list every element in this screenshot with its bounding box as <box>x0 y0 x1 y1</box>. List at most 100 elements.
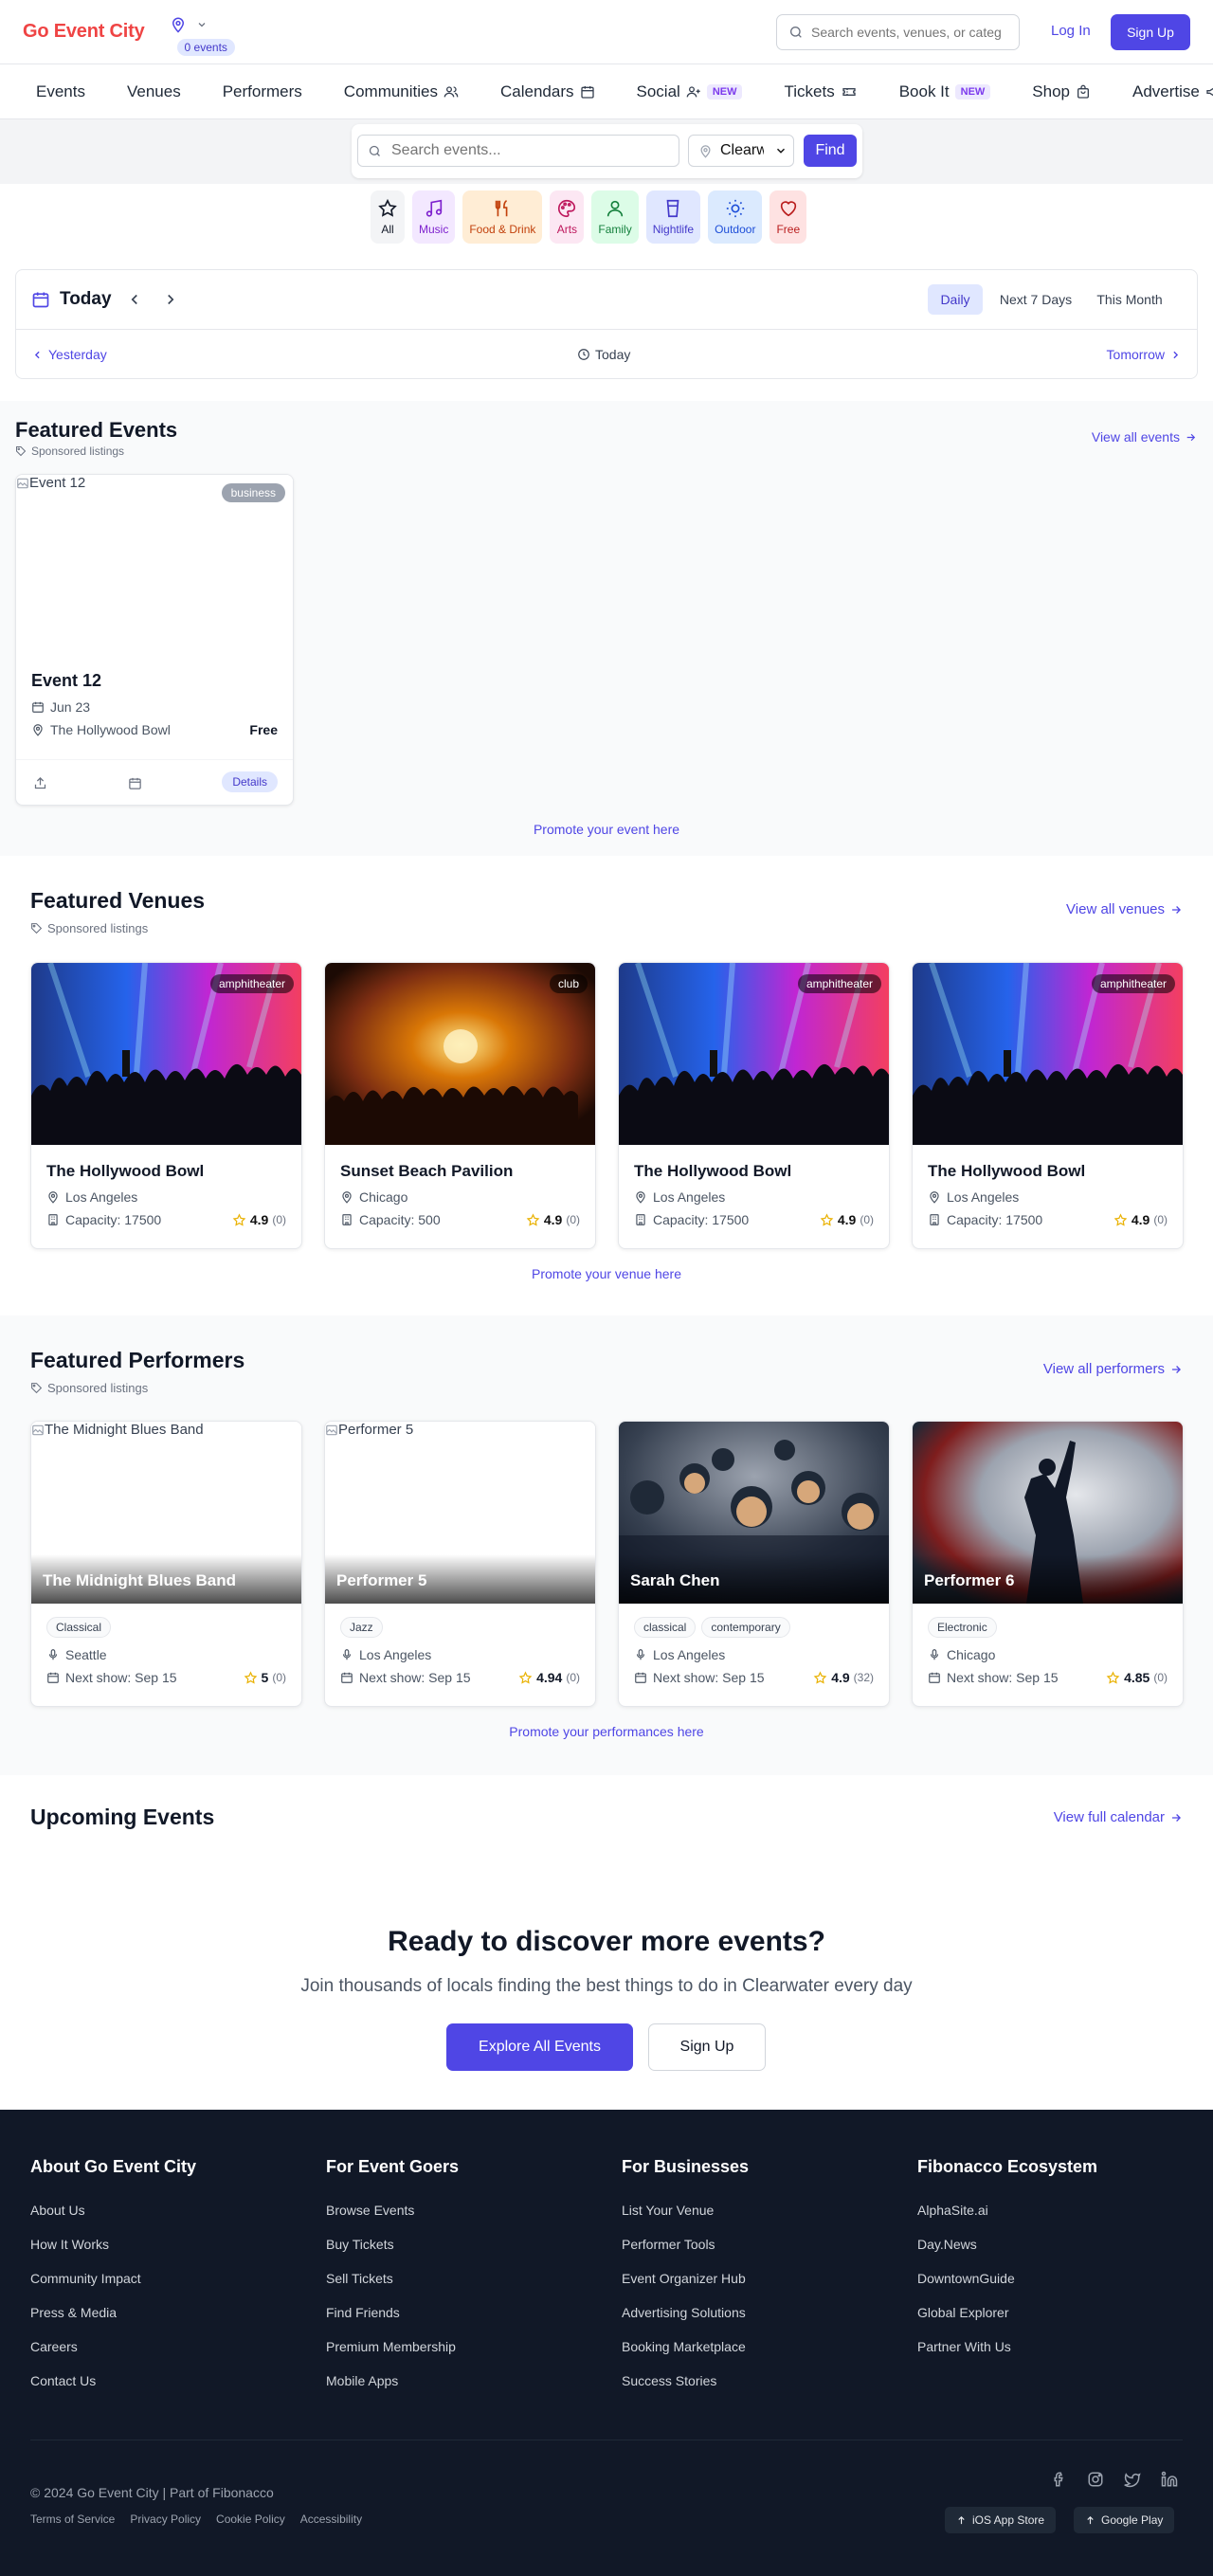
footer-link[interactable]: Day.News <box>917 2237 1097 2252</box>
share-icon[interactable] <box>33 776 47 790</box>
venue-name[interactable]: The Hollywood Bowl <box>928 1162 1085 1181</box>
nav-venues[interactable]: Venues <box>127 82 181 101</box>
nav-communities[interactable]: Communities <box>344 82 459 101</box>
events-count-badge: 0 events <box>176 38 235 56</box>
performer-name[interactable]: Performer 6 <box>924 1571 1014 1590</box>
map-pin-icon <box>170 16 187 33</box>
yesterday-link[interactable]: Yesterday <box>31 347 107 362</box>
details-button[interactable]: Details <box>222 771 278 792</box>
view-full-calendar-link[interactable]: View full calendar <box>1054 1809 1183 1825</box>
performer-card[interactable]: The Midnight Blues Band The Midnight Blu… <box>30 1421 302 1707</box>
location-selector[interactable]: 0 events <box>170 7 236 58</box>
view-all-venues-link[interactable]: View all venues <box>1066 901 1183 917</box>
category-arts[interactable]: Arts <box>550 190 585 244</box>
footer-link[interactable]: How It Works <box>30 2237 196 2252</box>
footer-link[interactable]: Global Explorer <box>917 2305 1097 2320</box>
nav-performers[interactable]: Performers <box>223 82 302 101</box>
footer-link[interactable]: Event Organizer Hub <box>622 2271 749 2286</box>
venue-name[interactable]: The Hollywood Bowl <box>46 1162 204 1181</box>
footer-link[interactable]: Mobile Apps <box>326 2373 459 2388</box>
promote-event-link[interactable]: Promote your event here <box>0 822 1213 837</box>
category-family[interactable]: Family <box>591 190 639 244</box>
category-outdoor[interactable]: Outdoor <box>708 190 763 244</box>
footer-link[interactable]: Performer Tools <box>622 2237 749 2252</box>
chevron-right-icon[interactable] <box>162 291 179 308</box>
promote-performances-link[interactable]: Promote your performances here <box>0 1724 1213 1739</box>
terms-link[interactable]: Terms of Service <box>30 2513 115 2526</box>
instagram-icon[interactable] <box>1087 2471 1104 2488</box>
signup-button[interactable]: Sign Up <box>1111 14 1190 50</box>
performer-name[interactable]: Performer 5 <box>336 1571 426 1590</box>
venue-card[interactable]: club Sunset Beach Pavilion Chicago Capac… <box>324 962 596 1249</box>
calendar-add-icon[interactable] <box>128 776 142 790</box>
category-nightlife[interactable]: Nightlife <box>645 190 701 244</box>
accessibility-link[interactable]: Accessibility <box>300 2513 362 2526</box>
tab-next-7-days[interactable]: Next 7 Days <box>992 284 1079 315</box>
google-play-button[interactable]: Google Play <box>1074 2507 1175 2533</box>
cta-signup-button[interactable]: Sign Up <box>648 2023 766 2071</box>
privacy-link[interactable]: Privacy Policy <box>130 2513 201 2526</box>
footer-link[interactable]: Booking Marketplace <box>622 2339 749 2354</box>
category-all[interactable]: All <box>371 190 405 244</box>
footer-link[interactable]: Contact Us <box>30 2373 196 2388</box>
nav-events[interactable]: Events <box>36 82 85 101</box>
performer-card[interactable]: Performer 5 Performer 5 Jazz Los Angeles… <box>324 1421 596 1707</box>
facebook-icon[interactable] <box>1050 2471 1067 2488</box>
footer-link[interactable]: Browse Events <box>326 2203 459 2218</box>
nav-calendars[interactable]: Calendars <box>500 82 595 101</box>
promote-venue-link[interactable]: Promote your venue here <box>0 1266 1213 1281</box>
footer-link[interactable]: Sell Tickets <box>326 2271 459 2286</box>
footer-link[interactable]: Find Friends <box>326 2305 459 2320</box>
category-free[interactable]: Free <box>769 190 807 244</box>
view-all-events-link[interactable]: View all events <box>1092 429 1197 444</box>
linkedin-icon[interactable] <box>1161 2471 1178 2488</box>
performer-card[interactable]: Sarah Chen classical contemporary Los An… <box>618 1421 890 1707</box>
venue-name[interactable]: The Hollywood Bowl <box>634 1162 791 1181</box>
nav-social[interactable]: Social NEW <box>637 82 743 101</box>
cookie-link[interactable]: Cookie Policy <box>216 2513 285 2526</box>
explore-all-events-button[interactable]: Explore All Events <box>446 2023 633 2071</box>
footer-link[interactable]: Community Impact <box>30 2271 196 2286</box>
chevron-left-icon[interactable] <box>126 291 143 308</box>
category-food-drink[interactable]: Food & Drink <box>462 190 543 244</box>
nav-advertise[interactable]: Advertise <box>1132 82 1213 101</box>
footer-link[interactable]: Partner With Us <box>917 2339 1097 2354</box>
venue-card[interactable]: amphitheater The Hollywood Bowl Los Ange… <box>912 962 1184 1249</box>
header-search-input[interactable] <box>811 25 1001 40</box>
login-link[interactable]: Log In <box>1051 23 1091 39</box>
event-search-field[interactable] <box>357 135 679 167</box>
find-button[interactable]: Find <box>804 135 857 167</box>
nav-tickets[interactable]: Tickets <box>784 82 857 101</box>
performer-name[interactable]: The Midnight Blues Band <box>43 1571 236 1590</box>
ios-app-store-button[interactable]: iOS App Store <box>945 2507 1057 2533</box>
event-search-input[interactable] <box>391 142 666 159</box>
nav-book-it[interactable]: Book It NEW <box>899 82 991 101</box>
view-all-performers-link[interactable]: View all performers <box>1043 1361 1183 1377</box>
footer-link[interactable]: AlphaSite.ai <box>917 2203 1097 2218</box>
twitter-icon[interactable] <box>1124 2471 1141 2488</box>
performer-card[interactable]: Performer 6 Electronic Chicago Next show… <box>912 1421 1184 1707</box>
tab-this-month[interactable]: This Month <box>1087 284 1172 315</box>
performer-name[interactable]: Sarah Chen <box>630 1571 719 1590</box>
location-select[interactable]: Clearwater <box>688 135 794 167</box>
header-search[interactable] <box>776 14 1020 50</box>
category-music[interactable]: Music <box>412 190 456 244</box>
venue-card[interactable]: amphitheater The Hollywood Bowl Los Ange… <box>618 962 890 1249</box>
site-logo[interactable]: Go Event City <box>23 21 145 43</box>
footer-link[interactable]: About Us <box>30 2203 196 2218</box>
footer-link[interactable]: Advertising Solutions <box>622 2305 749 2320</box>
footer-link[interactable]: Buy Tickets <box>326 2237 459 2252</box>
footer-link[interactable]: Premium Membership <box>326 2339 459 2354</box>
footer-link[interactable]: DowntownGuide <box>917 2271 1097 2286</box>
nav-shop[interactable]: Shop <box>1032 82 1091 101</box>
tomorrow-link[interactable]: Tomorrow <box>1107 347 1182 362</box>
footer-link[interactable]: Success Stories <box>622 2373 749 2388</box>
event-card[interactable]: Event 12 business Event 12 Jun 23 The Ho… <box>15 474 294 806</box>
footer-link[interactable]: Press & Media <box>30 2305 196 2320</box>
footer-link[interactable]: Careers <box>30 2339 196 2354</box>
venue-card[interactable]: amphitheater The Hollywood Bowl Los Ange… <box>30 962 302 1249</box>
venue-name[interactable]: Sunset Beach Pavilion <box>340 1162 513 1181</box>
footer-link[interactable]: List Your Venue <box>622 2203 749 2218</box>
tab-daily[interactable]: Daily <box>928 284 983 315</box>
event-title[interactable]: Event 12 <box>31 671 278 691</box>
